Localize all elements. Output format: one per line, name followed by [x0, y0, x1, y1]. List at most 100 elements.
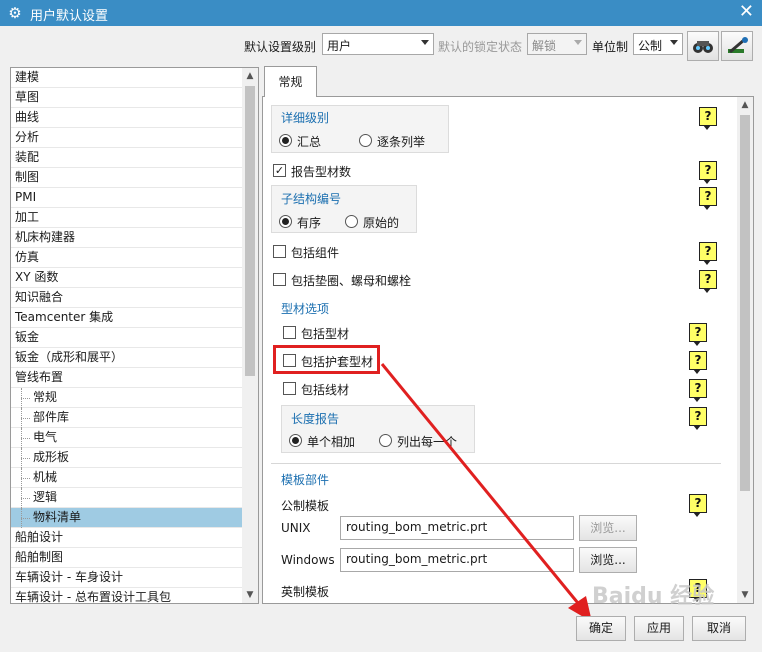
help-icon[interactable]: ? [689, 351, 707, 374]
scroll-thumb[interactable] [245, 86, 255, 376]
help-icon[interactable]: ? [689, 494, 707, 517]
ok-button[interactable]: 确定 [576, 616, 626, 641]
tree-scrollbar[interactable]: ▲ ▼ [242, 68, 258, 603]
find-button[interactable] [687, 31, 719, 61]
itemize-radio[interactable] [359, 134, 372, 147]
substructure-title: 子结构编号 [281, 192, 342, 206]
length-report-title: 长度报告 [291, 412, 340, 426]
highlight-box [273, 345, 380, 374]
help-icon[interactable]: ? [699, 242, 717, 265]
include-wire-label: 包括线材 [301, 383, 350, 397]
include-washer-checkbox[interactable] [273, 273, 286, 286]
tree-item[interactable]: 加工 [11, 208, 242, 228]
title-bar: ⚙ 用户默认设置 ✕ [0, 0, 762, 26]
tree-item[interactable]: 钣金 [11, 328, 242, 348]
scroll-down-icon[interactable]: ▼ [242, 587, 258, 603]
tree-item[interactable]: 知识融合 [11, 288, 242, 308]
tree-item[interactable]: 车辆设计 - 车身设计 [11, 568, 242, 588]
help-icon[interactable]: ? [699, 107, 717, 130]
cancel-button[interactable]: 取消 [692, 616, 746, 641]
help-icon[interactable]: ? [689, 323, 707, 346]
tree-item[interactable]: 常规 [11, 388, 242, 408]
report-profile-checkbox[interactable]: ✓ [273, 164, 286, 177]
single-add-label: 单个相加 [307, 435, 356, 449]
scroll-up-icon[interactable]: ▲ [242, 68, 258, 84]
divider [271, 463, 721, 464]
tree-item[interactable]: 物料清单 [11, 508, 242, 528]
lock-select[interactable]: 解锁 [527, 33, 587, 55]
chevron-down-icon [670, 40, 678, 45]
detail-level-title: 详细级别 [281, 111, 330, 125]
tree-item[interactable]: 机床构建器 [11, 228, 242, 248]
unit-value: 公制 [638, 39, 663, 53]
help-icon[interactable]: ? [699, 187, 717, 210]
include-profile-label: 包括型材 [301, 327, 350, 341]
summary-radio[interactable] [279, 134, 292, 147]
scroll-up-icon[interactable]: ▲ [737, 97, 753, 113]
tree-item[interactable]: 成形板 [11, 448, 242, 468]
ordered-radio[interactable] [279, 215, 292, 228]
tree-item[interactable]: 建模 [11, 68, 242, 88]
help-icon[interactable]: ? [689, 379, 707, 402]
unix-path-input[interactable]: routing_bom_metric.prt [340, 516, 574, 540]
help-icon[interactable]: ? [699, 161, 717, 184]
list-each-label: 列出每一个 [397, 435, 458, 449]
browse-unix-button[interactable]: 浏览... [579, 515, 637, 541]
tree-item[interactable]: 逻辑 [11, 488, 242, 508]
metric-template-label: 公制模板 [281, 499, 330, 513]
tree-item[interactable]: 装配 [11, 148, 242, 168]
manage-button[interactable] [721, 31, 753, 61]
english-template-label: 英制模板 [281, 585, 330, 599]
tree-item[interactable]: 草图 [11, 88, 242, 108]
level-select[interactable]: 用户 [322, 33, 434, 55]
scroll-down-icon[interactable]: ▼ [737, 587, 753, 603]
include-component-label: 包括组件 [291, 246, 340, 260]
tab-general[interactable]: 常规 [264, 66, 317, 97]
chevron-down-icon [421, 40, 429, 45]
scroll-thumb[interactable] [740, 115, 750, 491]
unix-label: UNIX [281, 521, 311, 535]
tree-item[interactable]: 船舶制图 [11, 548, 242, 568]
profile-options-title: 型材选项 [281, 302, 330, 316]
tree-item[interactable]: Teamcenter 集成 [11, 308, 242, 328]
level-value: 用户 [327, 39, 352, 53]
tree-item[interactable]: 曲线 [11, 108, 242, 128]
help-icon[interactable]: ? [689, 407, 707, 430]
chevron-down-icon [574, 40, 582, 45]
tree-item[interactable]: 仿真 [11, 248, 242, 268]
windows-path-input[interactable]: routing_bom_metric.prt [340, 548, 574, 572]
content-scrollbar[interactable]: ▲ ▼ [737, 97, 753, 603]
binoculars-icon [693, 41, 713, 53]
tree-item[interactable]: 机械 [11, 468, 242, 488]
window-title: 用户默认设置 [30, 9, 109, 24]
ordered-label: 有序 [297, 216, 322, 230]
category-tree: 建模 草图 曲线 分析 装配 制图 PMI 加工 机床构建器 仿真 XY 函数 知识融合 Teamcen… [11, 68, 242, 603]
unit-select[interactable]: 公制 [633, 33, 683, 55]
settings-toolbar: 默认设置级别 用户 默认的锁定状态 解锁 单位制 公制 [0, 32, 762, 62]
tree-item[interactable]: 部件库 [11, 408, 242, 428]
browse-windows-button[interactable]: 浏览... [579, 547, 637, 573]
single-add-radio[interactable] [289, 434, 302, 447]
tree-item[interactable]: 钣金（成形和展平） [11, 348, 242, 368]
tree-item[interactable]: PMI [11, 188, 242, 208]
include-component-checkbox[interactable] [273, 245, 286, 258]
gear-icon: ⚙ [8, 4, 22, 22]
unit-label: 单位制 [592, 40, 629, 54]
tree-item[interactable]: 分析 [11, 128, 242, 148]
help-icon[interactable]: ? [699, 270, 717, 293]
tree-item[interactable]: 船舶设计 [11, 528, 242, 548]
tree-item[interactable]: 电气 [11, 428, 242, 448]
list-each-radio[interactable] [379, 434, 392, 447]
summary-label: 汇总 [297, 135, 322, 149]
tree-item[interactable]: 管线布置 [11, 368, 242, 388]
include-wire-checkbox[interactable] [283, 382, 296, 395]
tree-item[interactable]: XY 函数 [11, 268, 242, 288]
original-radio[interactable] [345, 215, 358, 228]
close-icon[interactable]: ✕ [739, 1, 754, 23]
report-profile-label: 报告型材数 [291, 165, 352, 179]
apply-button[interactable]: 应用 [634, 616, 684, 641]
tree-item[interactable]: 车辆设计 - 总布置设计工具包 [11, 588, 242, 603]
tree-item[interactable]: 制图 [11, 168, 242, 188]
include-profile-checkbox[interactable] [283, 326, 296, 339]
settings-panel: 常规 详细级别 汇总 逐条列举 ? ✓ 报告型材数 ? 子结构编号 有序 原始的… [262, 66, 754, 606]
